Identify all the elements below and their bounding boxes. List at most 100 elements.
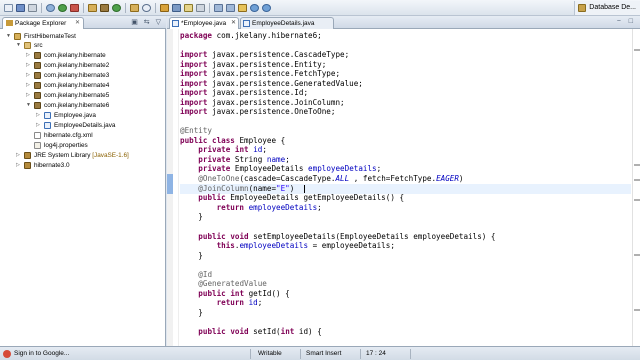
code-line[interactable]: } [180, 308, 631, 318]
xml-file-icon [34, 132, 41, 139]
code-text: ; [262, 145, 267, 154]
close-icon[interactable]: ✕ [231, 18, 236, 29]
code-text: ; [317, 203, 322, 212]
keyword: import [180, 60, 208, 69]
tab-employee-java[interactable]: *Employee.java ✕ [169, 17, 239, 29]
keyword: int [234, 145, 249, 154]
code-line[interactable]: import javax.persistence.OneToOne; [180, 107, 631, 117]
new-class-icon[interactable] [112, 4, 121, 12]
toggle-mark-icon[interactable] [184, 4, 193, 12]
close-icon[interactable]: ✕ [75, 18, 80, 29]
run-icon[interactable] [58, 4, 67, 12]
google-sign-in-link[interactable]: Sign in to Google... [0, 347, 69, 360]
expand-icon[interactable]: ▷ [16, 161, 20, 170]
expand-icon[interactable]: ▼ [6, 32, 11, 41]
tree-item-label: com.jkelany.hibernate4 [44, 82, 110, 89]
print-icon[interactable] [28, 4, 37, 12]
java-file-icon [44, 122, 51, 129]
expand-icon[interactable]: ▷ [26, 71, 30, 80]
code-line[interactable]: } [180, 251, 631, 261]
status-divider [300, 349, 301, 359]
keyword: import [180, 50, 208, 59]
code-text: EmployeeDetails getEmployeeDetails() { [225, 193, 405, 202]
package-explorer-view: Package Explorer ✕ ▣ ⇆ ▽ ▼ FirstHibernat… [0, 16, 166, 346]
google-icon [3, 350, 11, 358]
expand-icon[interactable]: ▷ [36, 121, 40, 130]
code-text: javax.persistence.OneToOne; [207, 107, 336, 116]
code-line[interactable]: import javax.persistence.Id; [180, 88, 631, 98]
pin-icon[interactable] [196, 4, 205, 12]
code-line[interactable]: public void setId(int id) { [180, 327, 631, 337]
overview-marker [634, 254, 640, 256]
code-line[interactable]: public EmployeeDetails getEmployeeDetail… [180, 193, 631, 203]
status-divider [410, 349, 411, 359]
cursor-position: 17 : 24 [366, 350, 386, 357]
database-perspective-button[interactable]: Database De... [574, 1, 640, 15]
keyword: import [180, 98, 208, 107]
code-line[interactable]: this.employeeDetails = employeeDetails; [180, 241, 631, 251]
code-line[interactable]: private int id; [180, 145, 631, 155]
keyword: import [180, 107, 208, 116]
overview-marker [634, 179, 640, 181]
keyword: import [180, 79, 208, 88]
code-line[interactable]: @OneToOne(cascade=CascadeType.ALL , fetc… [180, 174, 631, 184]
code-line[interactable]: package com.jkelany.hibernate6; [180, 31, 631, 41]
code-line[interactable]: @GeneratedValue [180, 279, 631, 289]
package-icon [34, 82, 41, 89]
open-type-icon[interactable] [130, 4, 139, 12]
previous-annotation-icon[interactable] [226, 4, 235, 12]
back-icon[interactable] [250, 4, 259, 12]
insert-mode-status[interactable]: Smart Insert [306, 347, 341, 360]
new-java-project-icon[interactable] [88, 4, 97, 12]
last-edit-icon[interactable] [238, 4, 247, 12]
code-text: getId() { [244, 289, 290, 298]
java-file-icon [44, 112, 51, 119]
code-area[interactable]: package com.jkelany.hibernate6; import j… [167, 29, 640, 346]
source-folder-icon [24, 42, 31, 49]
field-name: employeeDetails [308, 164, 377, 173]
keyword: public [198, 193, 226, 202]
keyword: public [198, 327, 226, 336]
editor-window-controls[interactable]: − □ [617, 18, 636, 25]
tree-item-label: com.jkelany.hibernate5 [44, 92, 110, 99]
expand-icon[interactable]: ▷ [26, 81, 30, 90]
database-icon [578, 4, 587, 12]
editor-gutter[interactable] [167, 29, 179, 346]
search-icon[interactable] [142, 4, 151, 12]
overview-marker [634, 49, 640, 51]
annotation-icon[interactable] [172, 4, 181, 12]
expand-icon[interactable]: ▷ [36, 111, 40, 120]
overview-ruler[interactable] [632, 29, 640, 346]
code-line[interactable]: import javax.persistence.FetchType; [180, 69, 631, 79]
editor-tabbar: *Employee.java ✕ EmployeeDetails.java − … [167, 16, 640, 29]
expand-icon[interactable]: ▷ [26, 61, 30, 70]
next-annotation-icon[interactable] [214, 4, 223, 12]
tab-employee-details-java[interactable]: EmployeeDetails.java [240, 17, 334, 29]
expand-icon[interactable]: ▷ [16, 151, 20, 160]
view-toolbar[interactable]: ▣ ⇆ ▽ [131, 18, 163, 26]
expand-icon[interactable]: ▼ [16, 41, 21, 50]
forward-icon[interactable] [262, 4, 271, 12]
keyword: void [230, 232, 249, 241]
debug-icon[interactable] [46, 4, 55, 12]
change-marker [167, 174, 173, 194]
code-line[interactable]: @Entity [180, 126, 631, 136]
task-icon[interactable] [160, 4, 169, 12]
package-icon [34, 92, 41, 99]
external-tools-icon[interactable] [70, 4, 79, 12]
code-line[interactable]: private EmployeeDetails employeeDetails; [180, 164, 631, 174]
save-icon[interactable] [16, 4, 25, 12]
expand-icon[interactable]: ▷ [26, 51, 30, 60]
expand-icon[interactable]: ▼ [26, 101, 31, 110]
new-package-icon[interactable] [100, 4, 109, 12]
expand-icon[interactable]: ▷ [26, 91, 30, 100]
tree-item-label: src [34, 42, 43, 49]
code-line[interactable]: return id; [180, 298, 631, 308]
annotation: @Entity [180, 126, 213, 135]
code-line[interactable]: import javax.persistence.CascadeType; [180, 50, 631, 60]
new-icon[interactable] [4, 4, 13, 12]
tree-item-label: com.jkelany.hibernate2 [44, 62, 110, 69]
code-line[interactable]: } [180, 212, 631, 222]
properties-file-icon [34, 142, 41, 149]
tab-package-explorer[interactable]: Package Explorer ✕ [2, 17, 84, 29]
